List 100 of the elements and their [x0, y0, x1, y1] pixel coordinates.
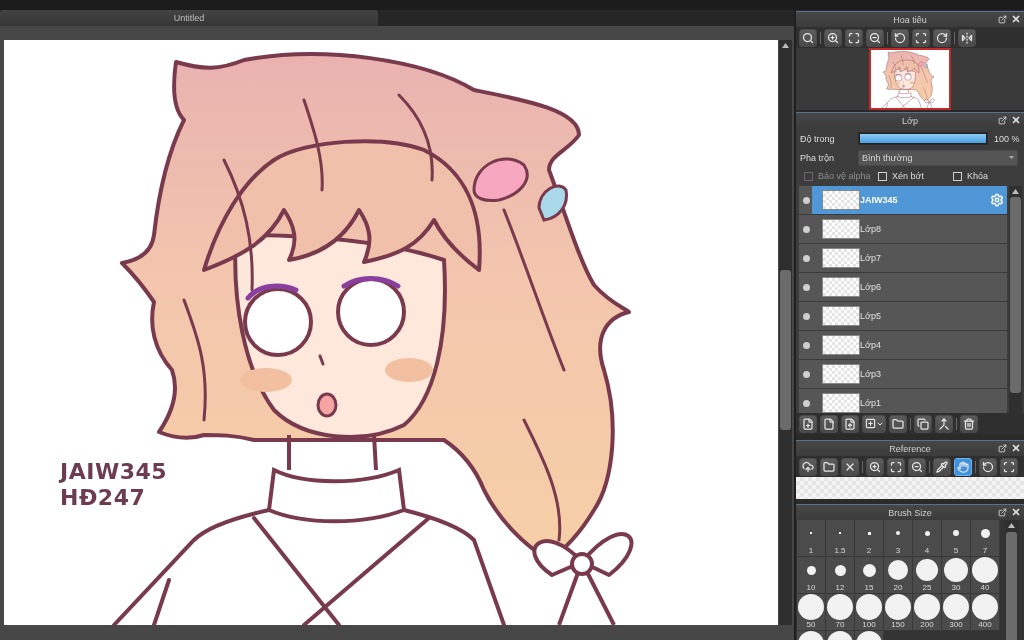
layer-item[interactable]: Lớp1 — [799, 389, 1007, 413]
scrollbar-thumb[interactable] — [1006, 532, 1017, 640]
visibility-dot-icon[interactable] — [803, 254, 810, 262]
scrollbar-thumb[interactable] — [780, 270, 791, 430]
merge-button[interactable] — [935, 414, 953, 433]
add-layer-button[interactable] — [862, 414, 886, 433]
new-page-icon — [823, 417, 835, 430]
delete-icon — [963, 417, 975, 430]
visibility-dot-icon[interactable] — [803, 196, 810, 204]
brush-dot-icon — [888, 560, 908, 580]
fullscreen-button[interactable] — [912, 28, 930, 47]
close-icon[interactable] — [1011, 443, 1021, 453]
brush-dot-icon — [953, 530, 959, 536]
rotate-right-icon — [936, 31, 948, 44]
scroll-up-icon[interactable] — [782, 43, 789, 48]
checkbox-option[interactable]: Khóa — [953, 171, 1013, 181]
blend-mode-dropdown[interactable]: Bình thường — [858, 149, 1018, 166]
close-button[interactable] — [841, 457, 859, 476]
brush-size-option[interactable]: 3 — [884, 520, 913, 557]
import-layer-button[interactable] — [841, 414, 859, 433]
brush-size-option[interactable]: 2 — [855, 520, 884, 557]
brush-size-option[interactable]: 200 — [913, 594, 942, 631]
rotate-button[interactable] — [979, 457, 997, 476]
layer-item[interactable]: Lớp5 — [799, 302, 1007, 331]
visibility-dot-icon[interactable] — [803, 283, 810, 291]
brush-size-option[interactable]: 1 — [797, 520, 826, 557]
layer-item[interactable]: Lớp7 — [799, 244, 1007, 273]
new-page-button[interactable] — [820, 414, 838, 433]
eyedropper-button[interactable] — [933, 457, 951, 476]
fullscreen-button[interactable] — [1000, 457, 1018, 476]
visibility-dot-icon[interactable] — [803, 370, 810, 378]
scroll-up-icon[interactable] — [1012, 189, 1019, 194]
brush-size-option[interactable]: 30 — [942, 557, 971, 594]
layer-scrollbar[interactable] — [1009, 186, 1022, 413]
popout-icon[interactable] — [998, 507, 1007, 517]
upload-button[interactable] — [799, 457, 817, 476]
layer-item[interactable]: Lớp4 — [799, 331, 1007, 360]
layer-thumbnail — [822, 335, 860, 355]
layer-thumbnail — [822, 219, 860, 239]
zoom-out-button[interactable] — [908, 457, 926, 476]
flip-button[interactable] — [958, 28, 976, 47]
brush-size-option[interactable]: 12 — [826, 557, 855, 594]
actual-size-button[interactable] — [799, 28, 817, 47]
brush-size-option[interactable]: 10 — [797, 557, 826, 594]
brush-dot-icon — [924, 530, 930, 536]
popout-icon[interactable] — [998, 115, 1007, 125]
brush-size-option[interactable]: 50 — [797, 594, 826, 631]
popout-icon[interactable] — [998, 14, 1007, 24]
checkbox-option[interactable]: Xén bớt — [878, 171, 953, 181]
close-icon[interactable] — [1011, 507, 1021, 517]
close-icon[interactable] — [1011, 14, 1021, 24]
vertical-scrollbar[interactable] — [779, 40, 792, 625]
layer-item[interactable]: Lớp3 — [799, 360, 1007, 389]
duplicate-button[interactable] — [914, 414, 932, 433]
brush-size-option[interactable]: 5 — [942, 520, 971, 557]
folder-button[interactable] — [820, 457, 838, 476]
zoom-in-button[interactable] — [824, 28, 842, 47]
zoom-in-button[interactable] — [866, 457, 884, 476]
rotate-left-button[interactable] — [891, 28, 909, 47]
delete-button[interactable] — [960, 414, 978, 433]
brush-size-option[interactable]: 70 — [826, 594, 855, 631]
signature-text: JAIW345 — [60, 459, 168, 485]
brush-size-option[interactable]: 7 — [971, 520, 1000, 557]
fit-screen-button[interactable] — [845, 28, 863, 47]
zoom-in-icon — [869, 460, 881, 473]
close-icon[interactable] — [1011, 115, 1021, 125]
brush-size-option[interactable]: 150 — [884, 594, 913, 631]
layer-item[interactable]: Lớp6 — [799, 273, 1007, 302]
merge-icon — [938, 417, 950, 430]
zoom-out-button[interactable] — [866, 28, 884, 47]
opacity-label: Độ trong — [800, 133, 836, 144]
brush-size-option[interactable]: 25 — [913, 557, 942, 594]
brush-size-option[interactable]: 400 — [971, 594, 1000, 631]
rotate-left-icon — [894, 31, 906, 44]
visibility-dot-icon[interactable] — [803, 312, 810, 320]
fit-screen-button[interactable] — [887, 457, 905, 476]
hand-button[interactable] — [954, 457, 972, 476]
scroll-up-icon[interactable] — [1008, 523, 1015, 528]
layer-thumbnail — [822, 364, 860, 384]
brush-size-option[interactable]: 20 — [884, 557, 913, 594]
gear-icon[interactable] — [990, 193, 1004, 207]
folder-button[interactable] — [889, 414, 907, 433]
brush-size-option[interactable]: 100 — [855, 594, 884, 631]
visibility-dot-icon[interactable] — [803, 341, 810, 349]
rotate-right-button[interactable] — [933, 28, 951, 47]
actual-size-icon — [802, 31, 814, 44]
brush-size-option[interactable]: 40 — [971, 557, 1000, 594]
document-tab[interactable]: Untitled — [0, 10, 378, 26]
popout-icon[interactable] — [998, 443, 1007, 453]
brush-size-option[interactable]: 1.5 — [826, 520, 855, 557]
brush-size-option[interactable]: 15 — [855, 557, 884, 594]
panel-title: Brush Size — [888, 507, 932, 518]
layer-item[interactable]: Lớp8 — [799, 215, 1007, 244]
brush-size-option[interactable]: 4 — [913, 520, 942, 557]
visibility-dot-icon[interactable] — [803, 399, 810, 407]
canvas[interactable]: JAIW345 HĐ247 — [4, 40, 778, 625]
new-layer-button[interactable] — [799, 414, 817, 433]
scrollbar-thumb[interactable] — [1010, 197, 1021, 393]
visibility-dot-icon[interactable] — [803, 225, 810, 233]
brush-size-option[interactable]: 300 — [942, 594, 971, 631]
